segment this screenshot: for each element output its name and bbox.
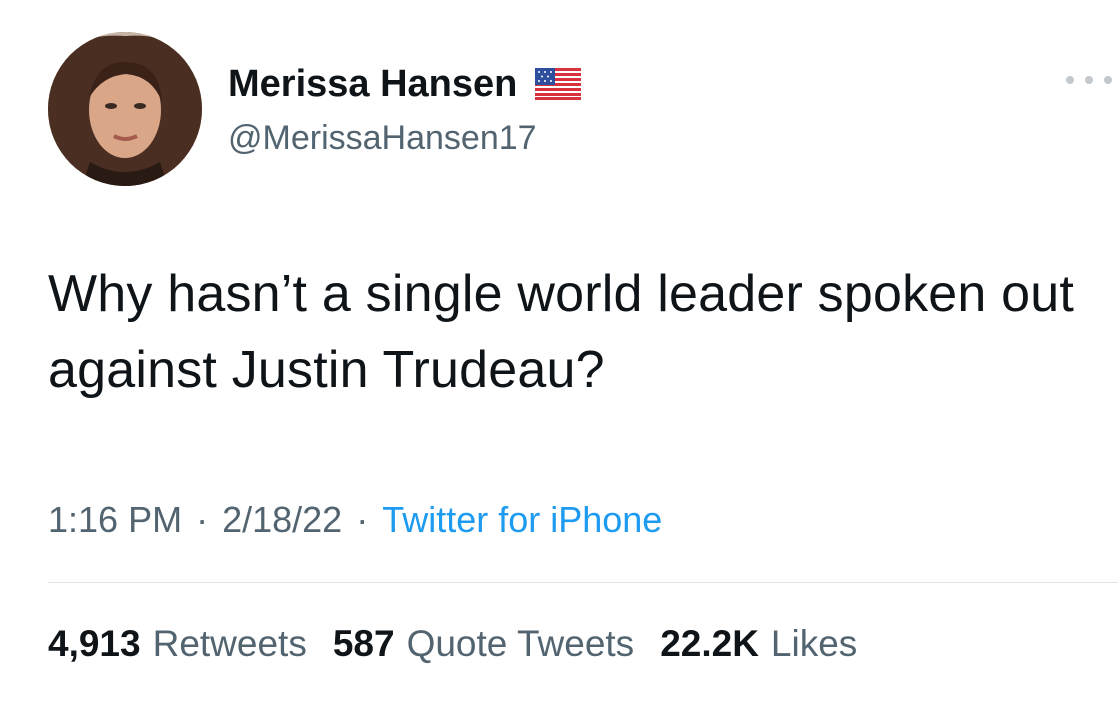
quote-tweets-label: Quote Tweets <box>406 623 635 664</box>
tweet-meta: 1:16 PM · 2/18/22 · Twitter for iPhone <box>48 494 662 546</box>
retweets-label: Retweets <box>152 623 307 664</box>
meta-separator: · <box>196 499 209 540</box>
quote-tweets-count: 587 <box>332 623 395 664</box>
divider <box>48 582 1118 583</box>
tweet-date[interactable]: 2/18/22 <box>222 499 342 540</box>
avatar-image <box>48 32 202 186</box>
quote-tweets-stat[interactable]: 587 Quote Tweets <box>333 618 634 670</box>
more-options-icon[interactable] <box>1066 70 1112 90</box>
more-dot <box>1104 76 1112 84</box>
likes-stat[interactable]: 22.2K Likes <box>660 618 857 670</box>
meta-separator: · <box>356 499 369 540</box>
avatar[interactable] <box>48 32 202 186</box>
author-handle[interactable]: @MerissaHansen17 <box>228 116 581 160</box>
likes-label: Likes <box>770 623 858 664</box>
author-block: Merissa Hansen @MerissaHansen17 <box>228 58 582 160</box>
name-row: Merissa Hansen <box>228 58 582 110</box>
tweet-card: Merissa Hansen @MerissaHansen17 Why hasn… <box>0 0 1118 718</box>
likes-count: 22.2K <box>660 623 759 664</box>
author-name[interactable]: Merissa Hansen <box>228 58 517 110</box>
tweet-stats: 4,913 Retweets 587 Quote Tweets 22.2K Likes <box>48 618 883 670</box>
tweet-text: Why hasn’t a single world leader spoken … <box>48 265 1075 399</box>
more-dot <box>1085 76 1093 84</box>
tweet-source-link[interactable]: Twitter for iPhone <box>382 499 662 540</box>
retweets-stat[interactable]: 4,913 Retweets <box>48 618 307 670</box>
us-flag-icon <box>535 68 582 100</box>
retweets-count: 4,913 <box>48 623 141 664</box>
tweet-time[interactable]: 1:16 PM <box>48 499 182 540</box>
more-dot <box>1066 76 1074 84</box>
